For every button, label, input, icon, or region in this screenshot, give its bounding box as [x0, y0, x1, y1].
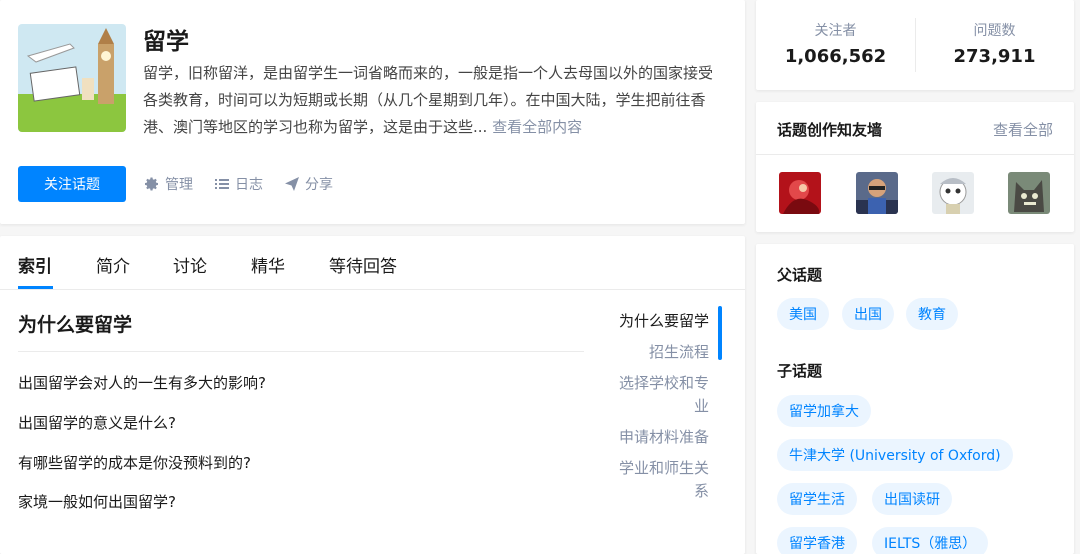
tab-essence[interactable]: 精华 [251, 252, 285, 277]
log-label: 日志 [235, 177, 263, 193]
toc-item[interactable]: 选择学校和专业 [613, 372, 709, 418]
gear-icon [145, 177, 158, 191]
parent-topics-label: 父话题 [777, 266, 823, 284]
parent-topic-tag[interactable]: 出国 [842, 298, 894, 330]
related-topics-card: 父话题 美国 出国 教育 子话题 留学加拿大 牛津大学 (University … [756, 244, 1074, 554]
followers-stat[interactable]: 关注者 1,066,562 [756, 20, 915, 67]
followers-label: 关注者 [814, 23, 857, 39]
topic-content-card: 索引 简介 讨论 精华 等待回答 为什么要留学 出国留学会对人的一生有多大的影响… [0, 236, 745, 554]
tab-index[interactable]: 索引 [18, 252, 52, 277]
child-topic-tag[interactable]: 留学加拿大 [777, 395, 871, 427]
follow-topic-button[interactable]: 关注话题 [18, 166, 126, 202]
questions-stat[interactable]: 问题数 273,911 [915, 20, 1074, 67]
topic-description-text: 留学，旧称留洋，是由留学生一词省略而来的，一般是指一个人去母国以外的国家接受各类… [143, 64, 714, 136]
toc-item[interactable]: 学业和师生关系 [613, 457, 709, 503]
child-topic-tag[interactable]: 留学生活 [777, 483, 857, 515]
paper-plane-icon [285, 177, 299, 191]
parent-topic-tag[interactable]: 教育 [906, 298, 958, 330]
questions-label: 问题数 [973, 23, 1016, 39]
tab-intro[interactable]: 简介 [96, 252, 130, 277]
tab-discussion[interactable]: 讨论 [173, 252, 207, 277]
contributors-view-all-link[interactable]: 查看全部 [993, 119, 1053, 140]
child-topic-tag[interactable]: IELTS（雅思） [872, 527, 989, 554]
toc-item[interactable]: 招生流程 [613, 341, 709, 364]
list-icon [215, 179, 229, 189]
question-link[interactable]: 出国留学的意义是什么? [18, 412, 176, 433]
topic-header-card: 留学 留学，旧称留洋，是由留学生一词省略而来的，一般是指一个人去母国以外的国家接… [0, 0, 745, 224]
topic-description: 留学，旧称留洋，是由留学生一词省略而来的，一般是指一个人去母国以外的国家接受各类… [143, 60, 718, 141]
question-link[interactable]: 出国留学会对人的一生有多大的影响? [18, 372, 266, 393]
topic-stats-card: 关注者 1,066,562 问题数 273,911 [756, 0, 1074, 90]
contributor-avatar[interactable] [1008, 172, 1050, 214]
contributors-title: 话题创作知友墙 [777, 121, 883, 139]
tab-waiting-answers[interactable]: 等待回答 [329, 252, 397, 277]
topic-tabs: 索引 简介 讨论 精华 等待回答 [0, 236, 745, 290]
contributors-divider [756, 154, 1074, 155]
active-tab-indicator [18, 286, 53, 289]
child-topic-tag[interactable]: 牛津大学 (University of Oxford) [777, 439, 1013, 471]
index-section-title: 为什么要留学 [18, 314, 133, 336]
manage-label: 管理 [165, 177, 193, 193]
index-toc: 为什么要留学 招生流程 选择学校和专业 申请材料准备 学业和师生关系 [613, 310, 709, 511]
contributors-card: 话题创作知友墙 查看全部 [756, 102, 1074, 232]
contributor-avatar[interactable] [779, 172, 821, 214]
child-topic-tag[interactable]: 留学香港 [777, 527, 857, 554]
child-topic-tag[interactable]: 出国读研 [872, 483, 952, 515]
topic-title: 留学 [143, 29, 189, 55]
contributor-avatar[interactable] [856, 172, 898, 214]
share-label: 分享 [305, 177, 333, 193]
question-link[interactable]: 有哪些留学的成本是你没预料到的? [18, 452, 251, 473]
toc-active-indicator [718, 306, 722, 360]
parent-topic-tag[interactable]: 美国 [777, 298, 829, 330]
toc-item[interactable]: 为什么要留学 [613, 310, 709, 333]
log-button[interactable]: 日志 [214, 174, 263, 194]
contributor-avatar[interactable] [932, 172, 974, 214]
section-divider [18, 351, 584, 352]
followers-count: 1,066,562 [784, 46, 887, 67]
view-all-content-link[interactable]: 查看全部内容 [492, 118, 582, 136]
questions-count: 273,911 [953, 46, 1036, 67]
share-button[interactable]: 分享 [284, 174, 333, 194]
topic-image [18, 24, 126, 132]
manage-button[interactable]: 管理 [144, 174, 193, 194]
child-topics-label: 子话题 [777, 362, 823, 380]
question-link[interactable]: 家境一般如何出国留学? [18, 491, 176, 512]
toc-item[interactable]: 申请材料准备 [613, 426, 709, 449]
